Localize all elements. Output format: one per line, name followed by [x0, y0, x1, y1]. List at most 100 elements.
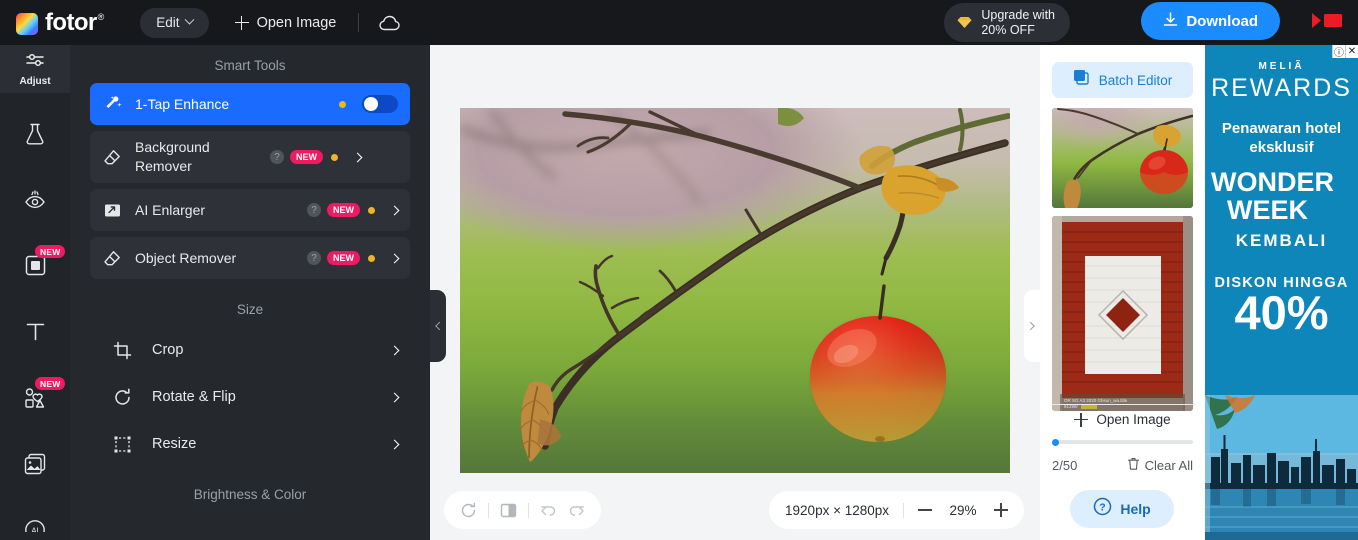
sidebar-item-adjust-label: Adjust [19, 75, 51, 87]
strip-batch [1040, 532, 1205, 540]
chevron-right-icon[interactable] [389, 392, 400, 403]
image-dimensions: 1920px × 1280px [785, 502, 889, 518]
ad-discount-percent: 40% [1234, 286, 1329, 339]
batch-capacity-slider[interactable] [1052, 438, 1193, 446]
tool-label: Rotate & Flip [152, 389, 236, 405]
collapse-left-panel-handle[interactable] [430, 290, 446, 362]
thumbnail-ceiling-panel[interactable]: OR SG A3 2020 Ghsun_wa.title 91299/ [1052, 216, 1193, 411]
open-image-label: Open Image [256, 14, 337, 31]
sidebar-item-effects[interactable] [0, 113, 70, 159]
slider-knob [1052, 438, 1059, 446]
batch-editor-button[interactable]: Batch Editor [1052, 62, 1193, 98]
enhance-toggle[interactable] [362, 95, 398, 113]
advertisement-banner[interactable]: ⓘ ✕ MELIÃ REWARDS Penawaran hotel eksklu… [1205, 45, 1358, 540]
zoom-out-button[interactable] [918, 503, 932, 517]
flask-icon [24, 122, 46, 151]
diamond-icon [957, 16, 972, 29]
smart-tools-list: 1-Tap Enhance Background Remover ? NEW A… [70, 83, 430, 279]
thumbnail-image [1052, 108, 1193, 208]
upgrade-button[interactable]: Upgrade with 20% OFF [944, 3, 1070, 42]
tool-background-remover[interactable]: Background Remover ? NEW [90, 131, 410, 183]
editing-canvas-image[interactable] [460, 108, 1010, 473]
plus-icon [1074, 412, 1089, 427]
tool-1-tap-enhance[interactable]: 1-Tap Enhance [90, 83, 410, 125]
clear-all-label: Clear All [1144, 458, 1193, 473]
help-icon[interactable]: ? [307, 251, 321, 265]
thumbnail-image: OR SG A3 2020 Ghsun_wa.title 91299/ [1052, 216, 1193, 411]
info-icon[interactable]: ⓘ [1332, 45, 1345, 59]
question-circle-icon: ? [1093, 497, 1112, 521]
zoom-in-button[interactable] [994, 503, 1008, 517]
canvas-history-toolbar [444, 491, 601, 529]
chevron-right-icon[interactable] [389, 439, 400, 450]
open-image-button[interactable]: Open Image [234, 14, 337, 31]
canvas-area: 1920px × 1280px 29% [430, 45, 1040, 540]
chevron-right-icon[interactable] [389, 253, 400, 263]
ad-subtitle: Penawaran hotel eksklusif [1221, 120, 1342, 156]
thumbnail-list: OR SG A3 2020 Ghsun_wa.title 91299/ [1040, 108, 1205, 411]
app-header: fotor ® Edit Open Image Upgrade with 20%… [0, 0, 1358, 45]
sidebar-item-stickers[interactable]: NEW [0, 377, 70, 423]
ad-brand: MELIÃ [1258, 61, 1305, 72]
ad-week: WEEK [1227, 195, 1308, 225]
sidebar-item-retouch[interactable] [0, 179, 70, 225]
batch-open-image-button[interactable]: Open Image [1052, 404, 1193, 434]
batch-panel: Batch Editor OR SG A3 2020 Ghsun_wa.titl… [1040, 45, 1205, 540]
tool-label: Crop [152, 342, 184, 358]
reset-icon[interactable] [460, 502, 477, 519]
chevron-right-icon[interactable] [389, 345, 400, 356]
download-arrow-icon [1163, 11, 1178, 31]
sidebar-item-frame[interactable]: NEW [0, 245, 70, 291]
new-badge: NEW [290, 150, 323, 164]
tool-label: 1-Tap Enhance [135, 95, 230, 112]
size-list: Crop Rotate & Flip Resize [70, 327, 430, 468]
strip-rail [0, 532, 70, 540]
fotor-logo[interactable]: fotor ® [16, 8, 104, 36]
chevron-right-icon[interactable] [389, 205, 400, 215]
edit-menu-button[interactable]: Edit [140, 7, 209, 38]
sidebar-item-text[interactable] [0, 311, 70, 357]
clear-all-button[interactable]: Clear All [1127, 457, 1193, 474]
ad-city-skyline-image [1205, 395, 1358, 540]
header-divider [358, 13, 360, 32]
tool-label: Object Remover [135, 249, 237, 266]
layers-icon [1073, 69, 1090, 91]
download-button[interactable]: Download [1141, 2, 1280, 40]
frame-border-icon [25, 255, 46, 281]
batch-count: 2/50 [1052, 458, 1078, 473]
chevron-right-icon[interactable] [352, 152, 363, 162]
tool-crop[interactable]: Crop [70, 327, 430, 374]
chevron-down-icon [184, 14, 195, 25]
sidebar-item-overlay[interactable] [0, 443, 70, 489]
premium-dot-icon [368, 254, 375, 262]
download-label: Download [1186, 12, 1258, 30]
red-flag-icon[interactable] [1310, 10, 1344, 32]
help-icon[interactable]: ? [270, 150, 284, 164]
close-icon[interactable]: ✕ [1345, 45, 1358, 58]
help-button[interactable]: ? Help [1070, 490, 1174, 528]
tool-object-remover[interactable]: Object Remover ? NEW [90, 237, 410, 279]
new-badge: NEW [35, 245, 66, 258]
tool-ai-enlarger[interactable]: AI Enlarger ? NEW [90, 189, 410, 231]
redo-icon[interactable] [568, 502, 585, 519]
plus-icon [234, 15, 249, 30]
ad-controls: ⓘ ✕ [1332, 45, 1358, 59]
batch-count-row: 2/50 Clear All [1052, 457, 1193, 474]
compare-icon[interactable] [500, 502, 517, 519]
left-tool-rail: Adjust NEW NEW AI [0, 45, 70, 540]
brightness-color-title: Brightness & Color [193, 487, 307, 502]
collapse-right-panel-handle[interactable] [1024, 290, 1040, 362]
sidebar-item-adjust[interactable]: Adjust [0, 45, 70, 93]
resize-icon [112, 435, 132, 454]
undo-icon[interactable] [540, 502, 557, 519]
tool-resize[interactable]: Resize [70, 421, 430, 468]
fotor-logo-text: fotor [45, 8, 97, 36]
thumbnail-apple-branch[interactable] [1052, 108, 1193, 208]
toggle-knob [364, 97, 378, 111]
text-t-icon [25, 321, 46, 348]
help-icon[interactable]: ? [307, 203, 321, 217]
new-badge: NEW [327, 251, 360, 265]
tool-rotate-flip[interactable]: Rotate & Flip [70, 374, 430, 421]
cloud-icon[interactable] [379, 15, 401, 31]
ad-rewards-wordmark: REWARDS [1205, 74, 1358, 103]
